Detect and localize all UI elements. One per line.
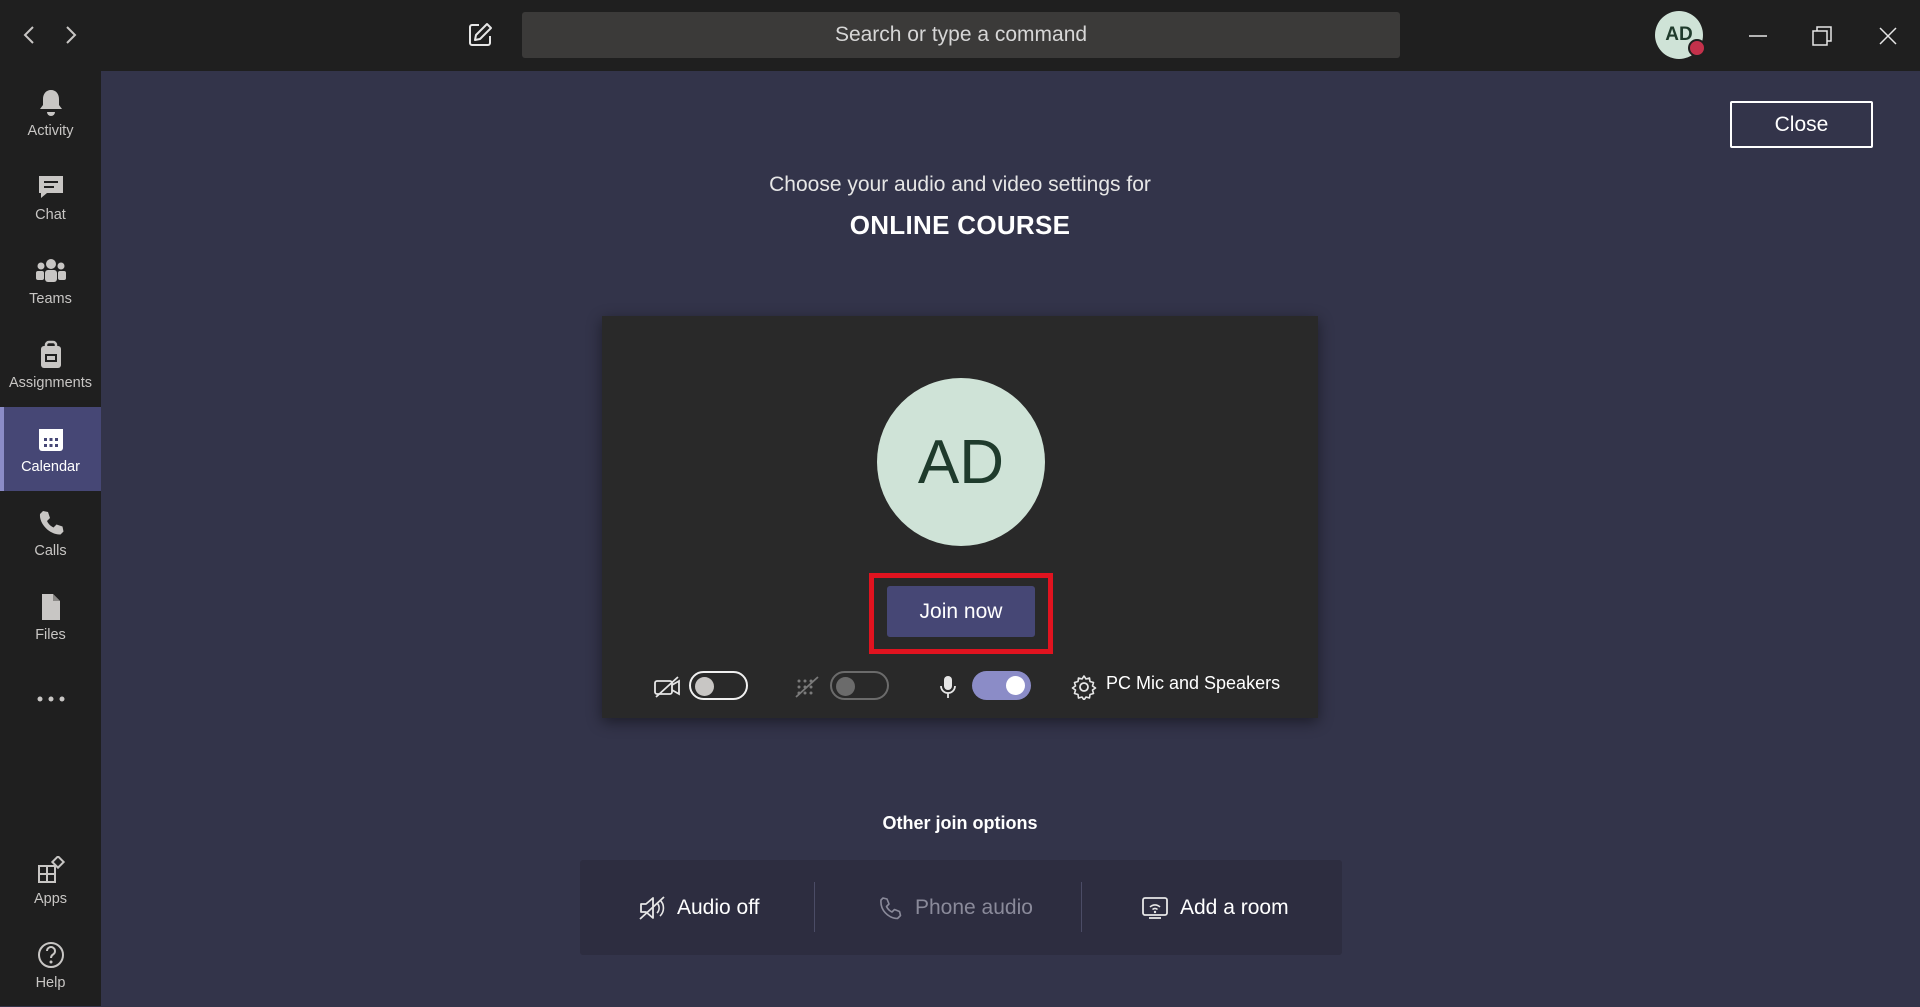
background-blur-toggle[interactable]	[830, 671, 889, 700]
forward-button[interactable]	[56, 20, 86, 50]
divider	[814, 882, 815, 932]
window-close-button[interactable]	[1870, 18, 1906, 54]
sidebar-item-label: Help	[35, 975, 66, 991]
background-blur-icon	[792, 672, 822, 702]
sidebar-item-calls[interactable]: Calls	[0, 491, 101, 575]
search-box[interactable]	[522, 11, 1400, 59]
user-avatar: AD	[877, 378, 1045, 546]
add-a-room-option[interactable]: Add a room	[1140, 860, 1289, 955]
microphone-icon	[933, 672, 963, 702]
minimize-button[interactable]	[1740, 18, 1776, 54]
bell-icon	[35, 87, 67, 119]
option-label: Add a room	[1180, 895, 1289, 919]
sidebar-item-activity[interactable]: Activity	[0, 71, 101, 155]
sidebar-item-files[interactable]: Files	[0, 575, 101, 659]
speaker-off-icon	[637, 893, 667, 923]
sidebar-item-label: Assignments	[8, 375, 92, 391]
prejoin-preview-panel: AD Join now PC Mic and Speakers	[602, 316, 1318, 718]
sidebar-item-teams[interactable]: Teams	[0, 239, 101, 323]
calendar-icon	[35, 423, 67, 455]
restore-button[interactable]	[1804, 18, 1840, 54]
minimize-icon	[1749, 35, 1767, 37]
chevron-right-icon	[66, 26, 77, 44]
new-chat-button[interactable]	[462, 17, 498, 53]
search-input[interactable]	[522, 11, 1400, 59]
files-icon	[35, 591, 67, 623]
help-icon	[35, 939, 67, 971]
sidebar-item-label: Teams	[29, 291, 72, 307]
ellipsis-icon	[35, 683, 67, 715]
sidebar-item-calendar[interactable]: Calendar	[0, 407, 101, 491]
sidebar-item-apps[interactable]: Apps	[0, 839, 101, 923]
sidebar-item-label: Apps	[33, 891, 68, 907]
other-join-options-title: Other join options	[882, 813, 1038, 833]
restore-icon	[1812, 26, 1832, 46]
sidebar-item-label: Activity	[27, 123, 74, 139]
join-now-button[interactable]: Join now	[887, 586, 1035, 637]
sidebar-item-help[interactable]: Help	[0, 923, 101, 1007]
assignments-icon	[35, 339, 67, 371]
phone-audio-option[interactable]: Phone audio	[875, 860, 1033, 955]
avatar-initials: AD	[917, 427, 1005, 497]
audio-device-label[interactable]: PC Mic and Speakers	[1106, 673, 1280, 694]
teams-icon	[35, 255, 67, 287]
compose-icon	[469, 23, 492, 46]
phone-icon	[875, 893, 905, 923]
audio-off-option[interactable]: Audio off	[637, 860, 760, 955]
toggle-knob	[1006, 676, 1025, 695]
close-button[interactable]: Close	[1730, 101, 1873, 148]
toggle-knob	[695, 677, 714, 696]
prejoin-subtitle: Choose your audio and video settings for	[769, 173, 1151, 196]
close-icon	[1879, 27, 1897, 45]
sidebar-item-label: Calls	[34, 543, 67, 559]
phone-icon	[35, 507, 67, 539]
divider	[1081, 882, 1082, 932]
cast-icon	[1140, 893, 1170, 923]
sidebar-item-label: Calendar	[21, 459, 80, 475]
device-settings-gear-icon[interactable]	[1069, 672, 1099, 702]
title-bar: AD	[0, 0, 1920, 71]
back-button[interactable]	[14, 20, 44, 50]
apps-icon	[35, 855, 67, 887]
chevron-left-icon	[23, 26, 34, 44]
sidebar-item-label: Files	[35, 627, 66, 643]
meeting-title: ONLINE COURSE	[849, 210, 1071, 240]
camera-toggle[interactable]	[689, 671, 748, 700]
camera-off-icon	[652, 672, 682, 702]
busy-status-dot	[1688, 39, 1706, 57]
toggle-knob	[836, 677, 855, 696]
option-label: Phone audio	[915, 895, 1033, 919]
sidebar-item-assignments[interactable]: Assignments	[0, 323, 101, 407]
more-apps-button[interactable]	[0, 659, 101, 743]
profile-avatar[interactable]: AD	[1655, 11, 1706, 59]
option-label: Audio off	[677, 895, 760, 919]
microphone-toggle[interactable]	[972, 671, 1031, 700]
other-join-options-bar: Audio off Phone audio Add a room	[580, 860, 1342, 955]
